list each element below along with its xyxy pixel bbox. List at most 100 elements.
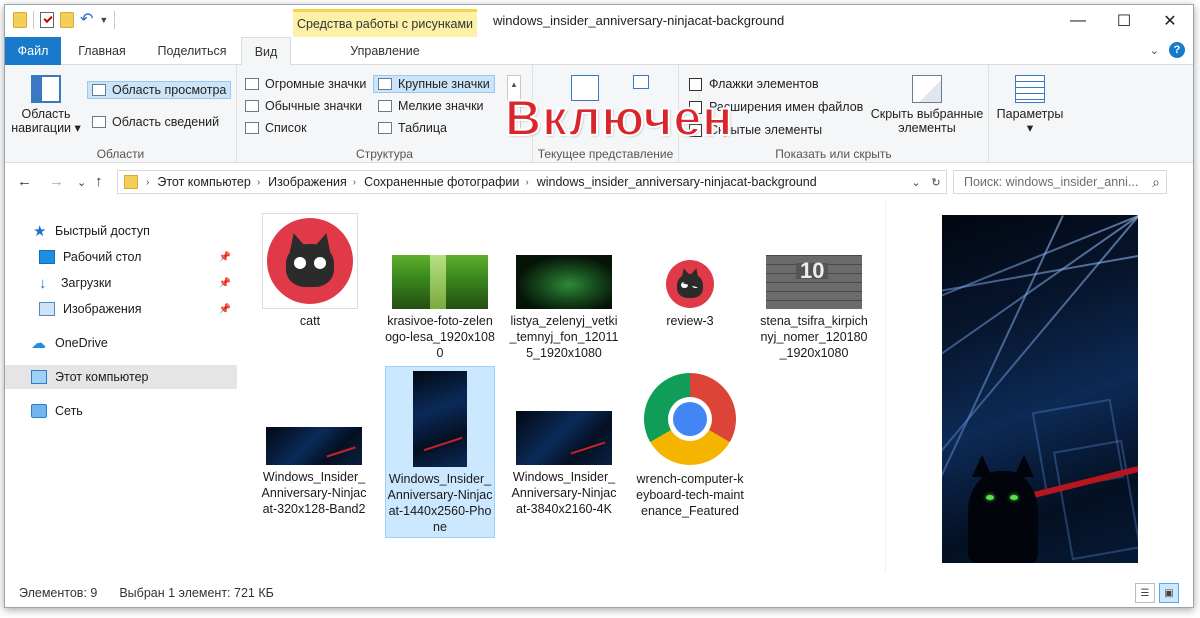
close-button[interactable]: ✕: [1147, 5, 1193, 37]
picture-tools-context-tab: Средства работы с рисунками: [293, 9, 477, 37]
large-icons-icon: [378, 78, 392, 90]
breadcrumb-current-folder[interactable]: windows_insider_anniversary-ninjacat-bac…: [537, 175, 817, 189]
folder-icon[interactable]: [13, 12, 27, 28]
file-item[interactable]: wrench-computer-keyboard-tech-maintenanc…: [635, 371, 745, 519]
computer-icon: [31, 370, 47, 384]
file-name: Windows_Insider_Anniversary-Ninjacat-384…: [511, 470, 617, 516]
maximize-button[interactable]: ☐: [1101, 5, 1147, 37]
details-option[interactable]: Таблица: [378, 121, 447, 135]
file-item[interactable]: Windows_Insider_Anniversary-Ninjacat-320…: [259, 427, 369, 517]
navigation-pane: ★ Быстрый доступ Рабочий стол 📌 ↓ Загруз…: [5, 205, 237, 573]
tab-view[interactable]: Вид: [241, 37, 291, 66]
search-icon[interactable]: ⌕: [1152, 174, 1160, 191]
item-count: Элементов: 9: [19, 586, 98, 600]
address-bar-actions: ⌄ ↻: [906, 171, 946, 193]
properties-icon[interactable]: [40, 12, 54, 28]
ribbon-tabs: Файл Главная Поделиться Вид Управление ⌄…: [5, 37, 1193, 66]
sidebar-item-network[interactable]: Сеть: [5, 399, 237, 423]
breadcrumb-separator[interactable]: ›: [525, 177, 528, 188]
file-item[interactable]: 10 stena_tsifra_kirpichnyj_nomer_120180_…: [759, 255, 869, 361]
options-label: Параметры ▾: [996, 107, 1064, 135]
preview-image: [942, 215, 1138, 563]
medium-icons-option[interactable]: Обычные значки: [245, 99, 362, 113]
back-button[interactable]: ←: [17, 173, 32, 190]
breadcrumb-separator[interactable]: ›: [353, 177, 356, 188]
file-item-selected[interactable]: Windows_Insider_Anniversary-Ninjacat-144…: [385, 366, 495, 538]
image-thumbnail: 10: [766, 255, 862, 309]
qat-separator: [114, 11, 116, 29]
large-icons-view-button[interactable]: ▣: [1159, 583, 1179, 603]
file-name: wrench-computer-keyboard-tech-maintenanc…: [636, 472, 744, 518]
undo-icon[interactable]: ↶: [80, 12, 93, 28]
details-label: Таблица: [398, 121, 448, 135]
ninja-cat-silhouette: [968, 455, 1038, 563]
breadcrumb-this-pc[interactable]: Этот компьютер: [157, 175, 250, 189]
sidebar-item-label: Рабочий стол: [63, 250, 142, 264]
tab-manage[interactable]: Управление: [293, 37, 477, 65]
qat-dropdown-icon[interactable]: ▼: [99, 15, 108, 25]
details-pane-button[interactable]: Область сведений: [92, 115, 219, 129]
tab-share[interactable]: Поделиться: [145, 37, 239, 65]
selection-info: Выбран 1 элемент: 721 КБ: [119, 586, 274, 600]
up-button[interactable]: ↑: [95, 173, 103, 190]
medium-icons-icon: [245, 100, 259, 112]
help-icon[interactable]: ?: [1169, 42, 1185, 58]
sidebar-item-label: Быстрый доступ: [55, 224, 150, 238]
sidebar-item-label: OneDrive: [55, 336, 108, 350]
breadcrumb-pictures[interactable]: Изображения: [268, 175, 347, 189]
breadcrumb-separator[interactable]: ›: [257, 177, 260, 188]
preview-pane-button[interactable]: Область просмотра: [87, 81, 232, 99]
minimize-button[interactable]: —: [1055, 5, 1101, 37]
cat-eyes: [986, 495, 1026, 501]
preview-pane-label: Область просмотра: [112, 83, 227, 97]
image-thumbnail: [266, 427, 362, 465]
file-item[interactable]: krasivoe-foto-zelenogo-lesa_1920x1080: [385, 255, 495, 361]
window-title: windows_insider_anniversary-ninjacat-bac…: [493, 13, 785, 28]
cat-logo: [267, 218, 353, 304]
details-view-button[interactable]: ☰: [1135, 583, 1155, 603]
pin-icon[interactable]: 📌: [219, 278, 231, 289]
file-item[interactable]: listya_zelenyj_vetki_temnyj_fon_120115_1…: [509, 255, 619, 361]
navigation-pane-button[interactable]: Область навигации ▾: [11, 75, 81, 135]
refresh-icon[interactable]: ↻: [926, 176, 946, 189]
large-icons-option[interactable]: Крупные значки: [373, 75, 495, 93]
options-button[interactable]: Параметры ▾: [993, 75, 1067, 135]
preview-pane: [885, 201, 1185, 573]
breadcrumb-separator[interactable]: ›: [146, 177, 149, 188]
tab-home[interactable]: Главная: [65, 37, 139, 65]
navigation-pane-label-1: Область: [21, 107, 71, 121]
sidebar-item-this-pc[interactable]: Этот компьютер: [5, 365, 237, 389]
pin-icon[interactable]: 📌: [219, 304, 231, 315]
address-bar[interactable]: › Этот компьютер › Изображения › Сохране…: [117, 170, 947, 194]
list-option[interactable]: Список: [245, 121, 307, 135]
star-icon: ★: [33, 223, 47, 240]
file-item[interactable]: catt: [255, 213, 365, 329]
sidebar-item-desktop[interactable]: Рабочий стол 📌: [5, 245, 237, 269]
forward-button[interactable]: →: [49, 173, 64, 190]
search-input[interactable]: Поиск: windows_insider_anni... ⌕: [953, 170, 1167, 194]
breadcrumb-saved-pictures[interactable]: Сохраненные фотографии: [364, 175, 519, 189]
file-item[interactable]: review-3: [635, 259, 745, 329]
address-dropdown-icon[interactable]: ⌄: [906, 176, 926, 189]
file-name: krasivoe-foto-zelenogo-lesa_1920x1080: [385, 314, 495, 360]
file-name: review-3: [666, 314, 714, 328]
hide-selected-items-button[interactable]: Скрыть выбранные элементы: [869, 75, 985, 135]
group-by-icon[interactable]: [633, 75, 649, 89]
group-options: Параметры ▾: [989, 65, 1071, 163]
new-folder-icon[interactable]: [60, 12, 74, 28]
small-icons-option[interactable]: Мелкие значки: [378, 99, 484, 113]
extra-large-icons-option[interactable]: Огромные значки: [245, 77, 366, 91]
tab-file[interactable]: Файл: [5, 37, 61, 65]
sidebar-item-quick-access[interactable]: ★ Быстрый доступ: [5, 219, 237, 243]
sidebar-item-onedrive[interactable]: ☁ OneDrive: [5, 331, 237, 355]
pin-icon[interactable]: 📌: [219, 252, 231, 263]
ribbon-tab-controls: ⌄ ?: [1150, 42, 1185, 58]
collapse-ribbon-icon[interactable]: ⌄: [1150, 44, 1159, 57]
recent-locations-button[interactable]: ⌄: [77, 176, 86, 189]
address-row: ← → ⌄ ↑ › Этот компьютер › Изображения ›…: [5, 167, 1193, 197]
details-view-icon: [378, 122, 392, 134]
file-item[interactable]: Windows_Insider_Anniversary-Ninjacat-384…: [509, 411, 619, 517]
sidebar-item-pictures[interactable]: Изображения 📌: [5, 297, 237, 321]
sidebar-item-downloads[interactable]: ↓ Загрузки 📌: [5, 271, 237, 295]
sidebar-item-label: Изображения: [63, 302, 142, 316]
